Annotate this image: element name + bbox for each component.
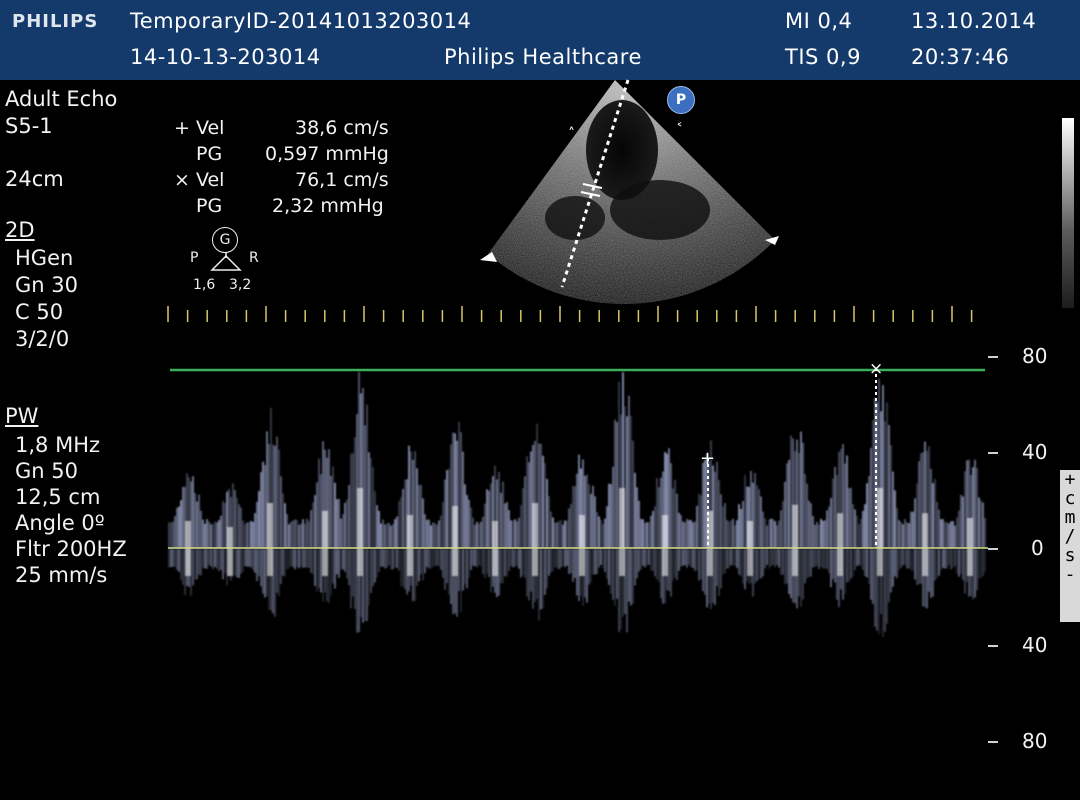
velocity-unit-label: + c m / s - <box>1060 470 1080 622</box>
scale-tick <box>988 741 998 743</box>
scale-label: 80 <box>1022 729 1048 753</box>
unit-char: s <box>1064 545 1076 566</box>
doppler-spectrum <box>168 371 986 637</box>
scale-tick <box>988 645 998 647</box>
unit-char: c <box>1064 488 1076 509</box>
svg-text:˄: ˄ <box>568 126 575 142</box>
scale-tick <box>988 356 998 358</box>
sector-image: ˄ ˂ <box>480 79 779 305</box>
svg-text:˂: ˂ <box>676 122 683 138</box>
caliper-x-icon: × <box>869 359 883 379</box>
ultrasound-graphics: ˄ ˂ + × <box>167 79 988 637</box>
scale-label: 0 <box>1031 536 1044 560</box>
unit-char: / <box>1064 526 1076 547</box>
scale-tick <box>988 452 998 454</box>
unit-char: + <box>1064 469 1076 490</box>
timing-ticks <box>167 306 973 322</box>
unit-char: - <box>1064 564 1076 585</box>
unit-char: m <box>1064 507 1076 528</box>
scale-label: 80 <box>1022 344 1048 368</box>
caliper-plus-icon: + <box>700 448 715 469</box>
orientation-triangle-icon <box>210 254 242 271</box>
scale-label: 40 <box>1022 440 1048 464</box>
scale-tick <box>988 548 998 550</box>
scale-label: 40 <box>1022 633 1048 657</box>
